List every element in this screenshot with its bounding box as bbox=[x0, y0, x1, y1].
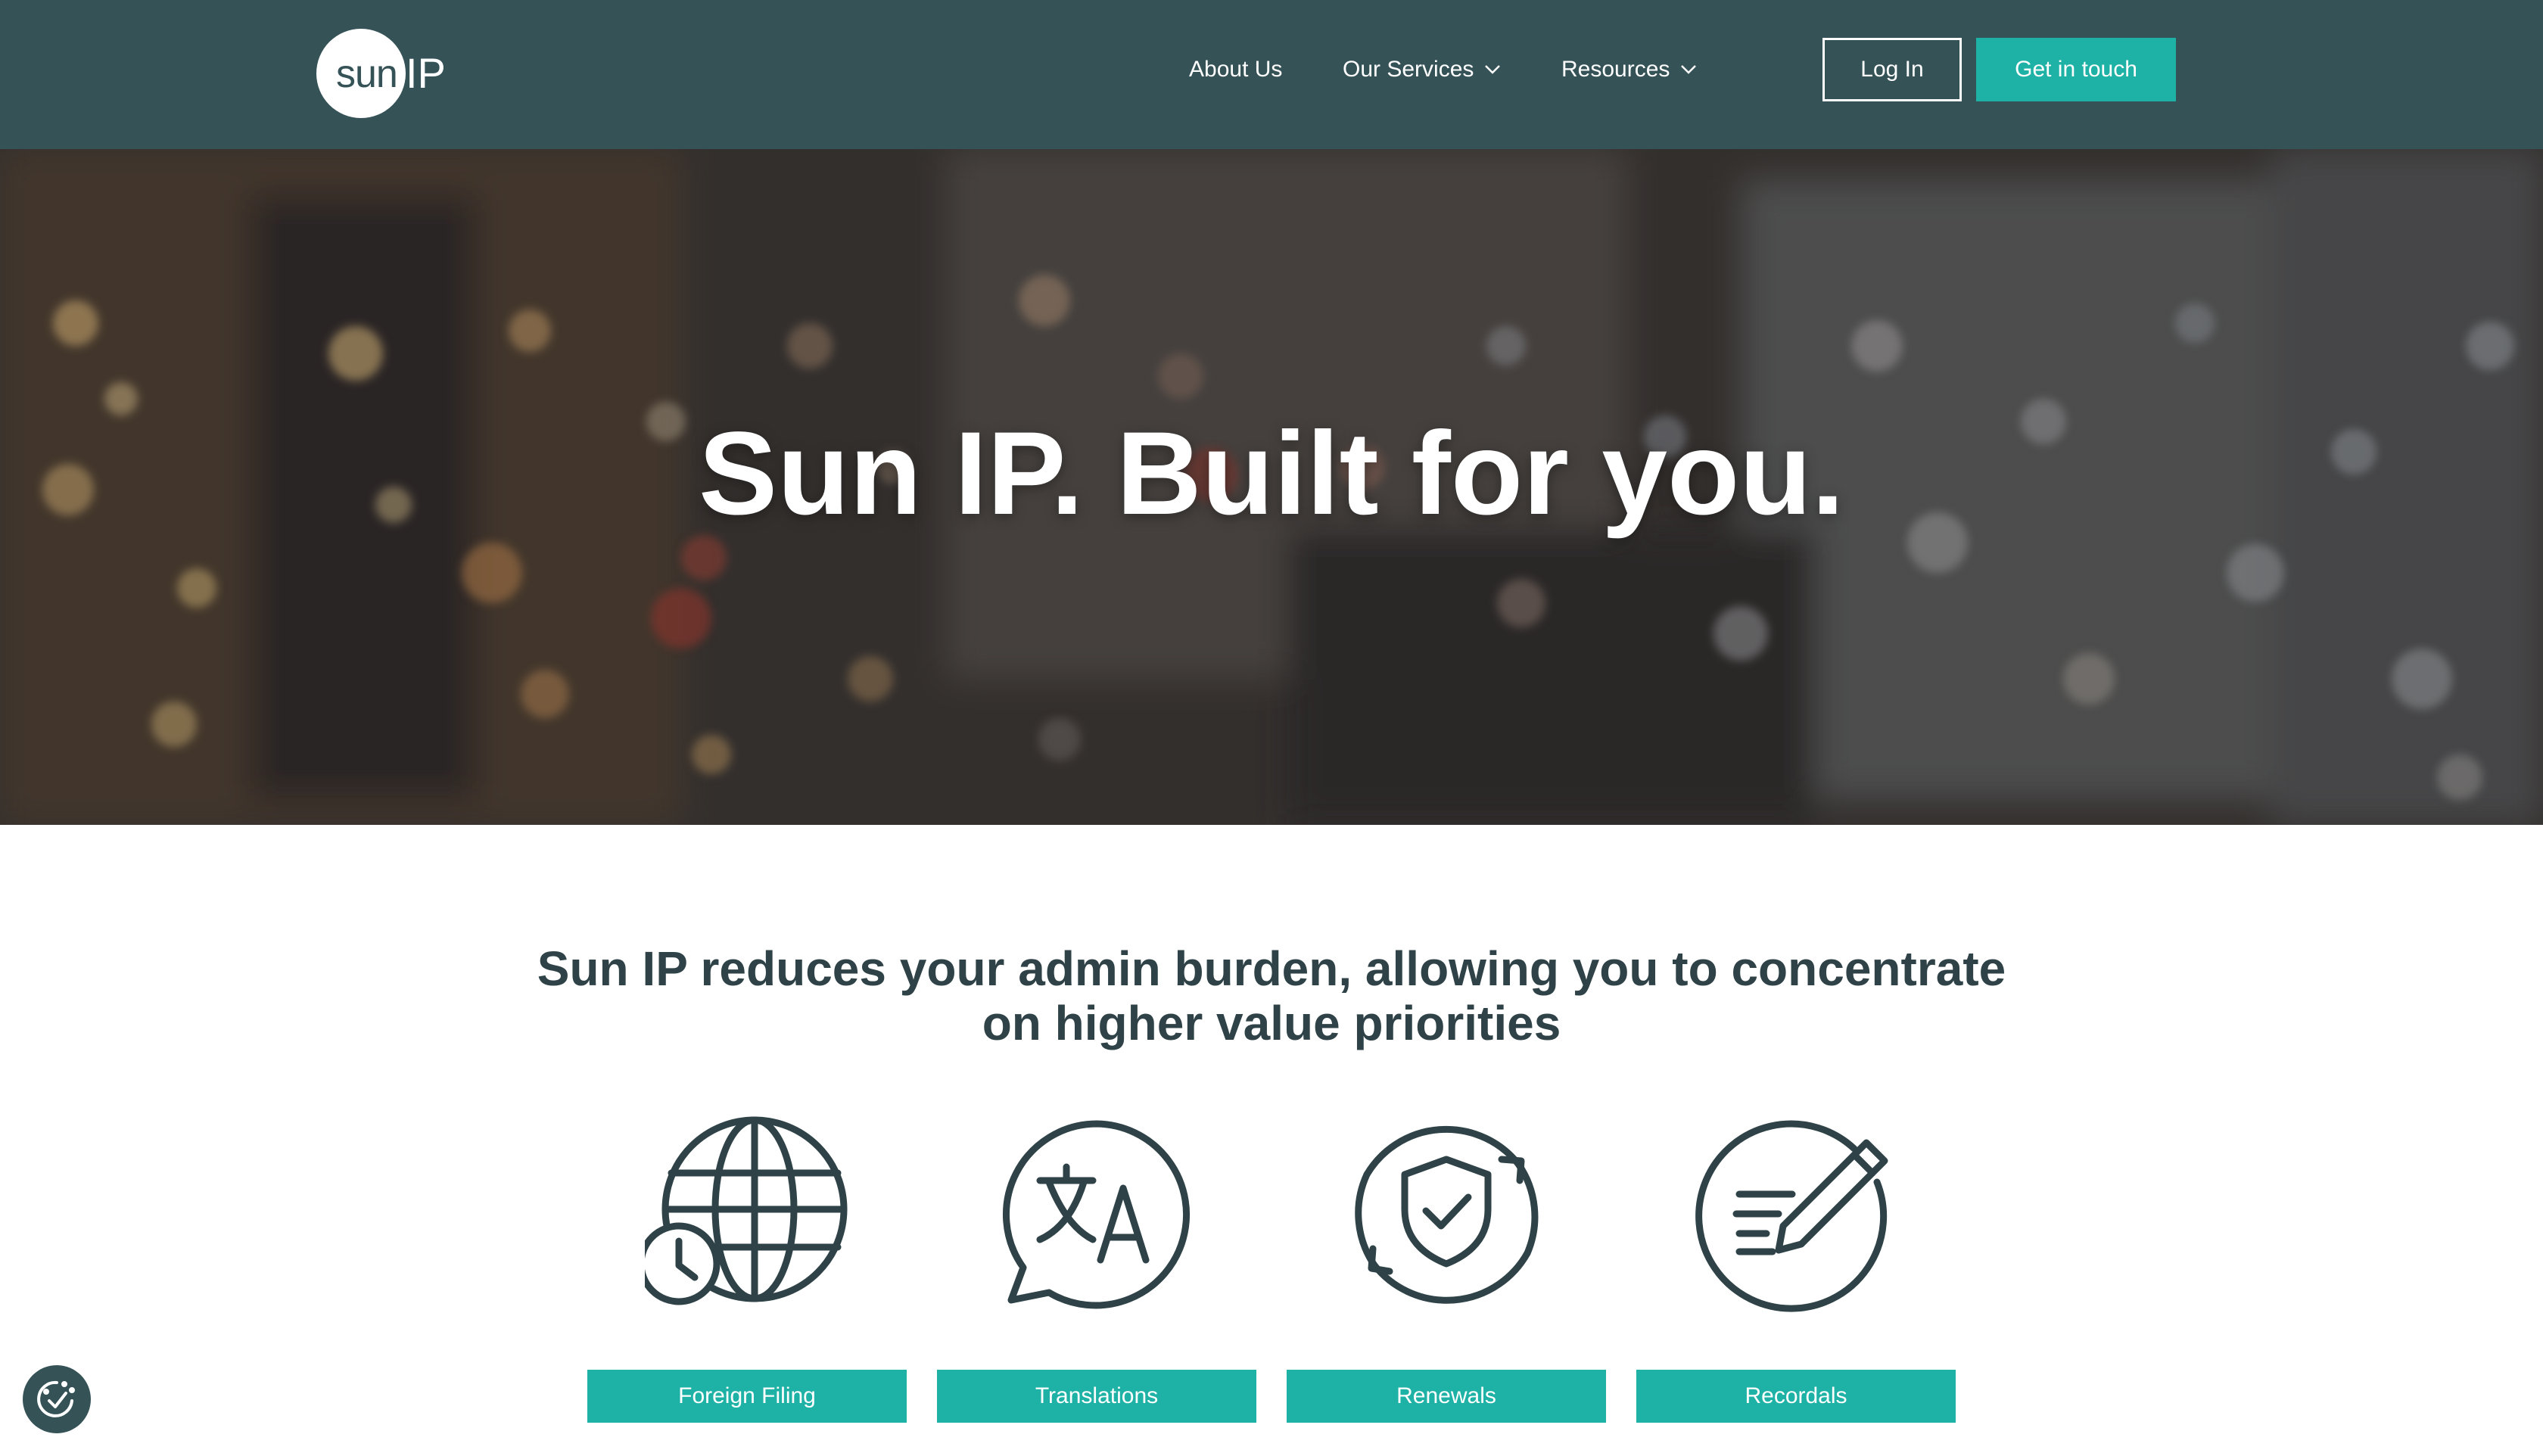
site-header: sun IP About Us Our Services Resources L… bbox=[0, 0, 2543, 149]
recordals-button[interactable]: Recordals bbox=[1636, 1370, 1956, 1423]
login-button[interactable]: Log In bbox=[1822, 38, 1962, 101]
foreign-filing-button[interactable]: Foreign Filing bbox=[587, 1370, 907, 1423]
hero-banner: Sun IP. Built for you. bbox=[0, 149, 2543, 825]
chevron-down-icon bbox=[1485, 65, 1501, 74]
hero-title: Sun IP. Built for you. bbox=[699, 408, 1844, 540]
logo-text-ip: IP bbox=[406, 49, 446, 97]
intro-line-1: Sun IP reduces your admin burden, allowi… bbox=[537, 941, 2006, 996]
get-in-touch-button[interactable]: Get in touch bbox=[1976, 38, 2176, 101]
renewals-button[interactable]: Renewals bbox=[1287, 1370, 1606, 1423]
pencil-lines-icon bbox=[1695, 1120, 1888, 1312]
shield-refresh-icon bbox=[1355, 1125, 1539, 1304]
nav-item-our-services[interactable]: Our Services bbox=[1343, 57, 1501, 82]
cookie-consent-button[interactable] bbox=[23, 1365, 91, 1433]
nav-item-label: About Us bbox=[1189, 57, 1283, 82]
logo-text-sun: sun bbox=[336, 52, 398, 96]
intro-heading: Sun IP reduces your admin burden, allowi… bbox=[424, 941, 2119, 1050]
globe-clock-icon bbox=[645, 1116, 848, 1305]
nav-item-label: Our Services bbox=[1343, 57, 1474, 82]
nav-item-resources[interactable]: Resources bbox=[1561, 57, 1697, 82]
cookie-check-icon bbox=[37, 1380, 75, 1417]
translations-button[interactable]: Translations bbox=[937, 1370, 1256, 1423]
logo[interactable]: sun IP bbox=[316, 29, 453, 120]
chevron-down-icon bbox=[1681, 65, 1697, 74]
intro-line-2: on higher value priorities bbox=[982, 996, 1561, 1050]
nav-item-label: Resources bbox=[1561, 57, 1670, 82]
translate-bubble-icon bbox=[1002, 1120, 1191, 1309]
nav-item-about-us[interactable]: About Us bbox=[1189, 57, 1282, 82]
